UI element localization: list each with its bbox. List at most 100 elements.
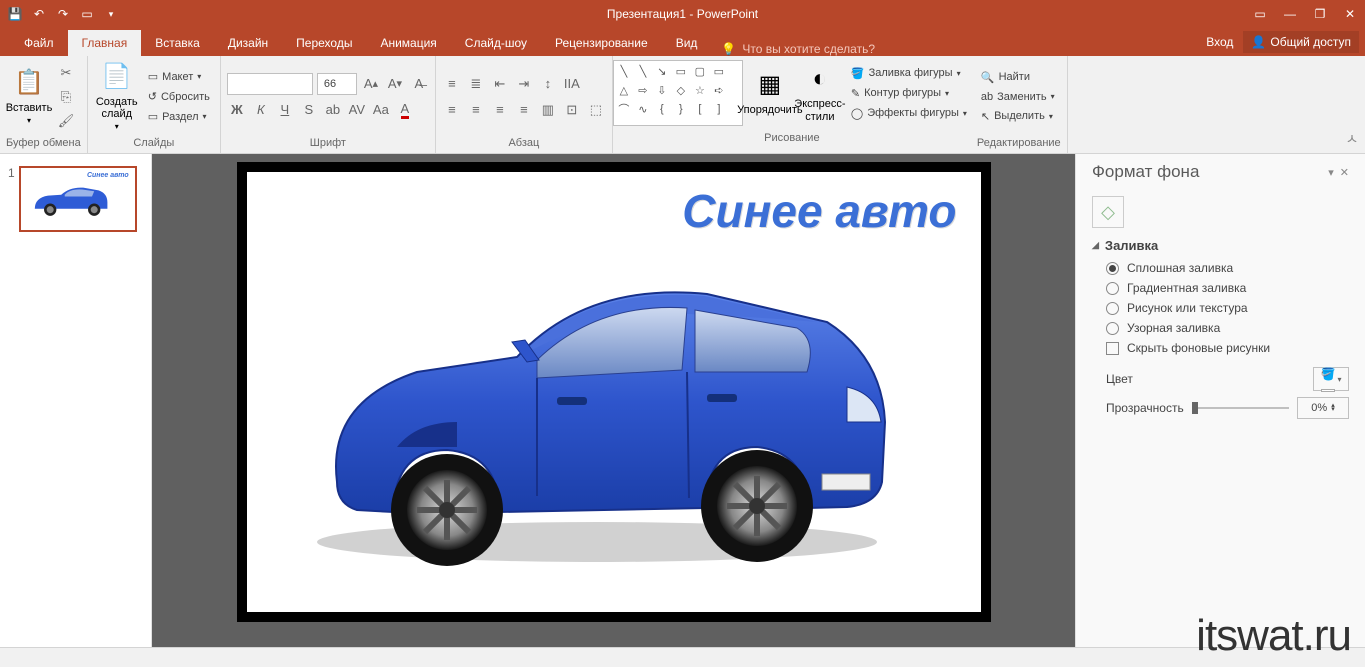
section-button[interactable]: ▭Раздел▾ <box>144 108 214 125</box>
hide-background-checkbox[interactable]: Скрыть фоновые рисунки <box>1106 341 1349 355</box>
layout-button[interactable]: ▭Макет▾ <box>144 68 214 85</box>
transparency-value-input[interactable]: 0% ▴▾ <box>1297 397 1349 419</box>
tab-transitions[interactable]: Переходы <box>282 30 366 56</box>
cut-icon[interactable]: ✂ <box>56 63 76 83</box>
shape-rect-icon[interactable]: ▢ <box>692 63 708 79</box>
fill-gradient-radio[interactable]: Градиентная заливка <box>1106 281 1349 295</box>
ribbon-options-icon[interactable]: ▭ <box>1245 0 1275 28</box>
spinner-icon[interactable]: ▴▾ <box>1331 404 1335 412</box>
copy-icon[interactable]: ⎘ <box>56 87 76 107</box>
increase-font-icon[interactable]: A▴ <box>361 74 381 94</box>
change-case-icon[interactable]: Aa <box>371 100 391 120</box>
char-spacing-icon[interactable]: AV <box>347 100 367 120</box>
replace-button[interactable]: abЗаменить▾ <box>977 89 1059 105</box>
shape-effects-button[interactable]: ◯Эффекты фигуры▾ <box>847 105 971 122</box>
font-size-combo[interactable]: 66 <box>317 73 357 95</box>
align-text-icon[interactable]: ⊡ <box>562 100 582 120</box>
strikethrough-icon[interactable]: S <box>299 100 319 120</box>
slide-editor[interactable]: Синее авто <box>152 154 1075 647</box>
decrease-indent-icon[interactable]: ⇤ <box>490 74 510 94</box>
pane-close-icon[interactable]: ✕ <box>1340 166 1349 179</box>
tab-review[interactable]: Рецензирование <box>541 30 662 56</box>
shape-brace-icon[interactable]: } <box>673 101 689 117</box>
fill-picture-radio[interactable]: Рисунок или текстура <box>1106 301 1349 315</box>
find-button[interactable]: 🔍Найти <box>977 69 1059 86</box>
italic-icon[interactable]: К <box>251 100 271 120</box>
shape-curve-icon[interactable]: ∿ <box>635 101 651 117</box>
save-icon[interactable]: 💾 <box>4 3 26 25</box>
format-painter-icon[interactable]: 🖌 <box>56 111 76 131</box>
columns-icon[interactable]: ▥ <box>538 100 558 120</box>
select-button[interactable]: ↖Выделить▾ <box>977 108 1059 125</box>
collapse-ribbon-icon[interactable]: ㅅ <box>1339 56 1365 153</box>
maximize-icon[interactable]: ❐ <box>1305 0 1335 28</box>
smartart-convert-icon[interactable]: ⬚ <box>586 100 606 120</box>
bullets-icon[interactable]: ≡ <box>442 74 462 94</box>
tab-home[interactable]: Главная <box>68 30 142 56</box>
shape-bracket-icon[interactable]: ] <box>711 101 727 117</box>
slide-thumbnail-1[interactable]: 1 Синее авто <box>8 166 143 232</box>
tab-insert[interactable]: Вставка <box>141 30 214 56</box>
replace-icon: ab <box>981 91 993 103</box>
shape-line-icon[interactable]: ╲ <box>635 63 651 79</box>
bold-icon[interactable]: Ж <box>227 100 247 120</box>
decrease-font-icon[interactable]: A▾ <box>385 74 405 94</box>
increase-indent-icon[interactable]: ⇥ <box>514 74 534 94</box>
shape-rect-icon[interactable]: ▭ <box>673 63 689 79</box>
qat-dropdown-icon[interactable]: ▾ <box>100 3 122 25</box>
shape-brace-icon[interactable]: { <box>654 101 670 117</box>
arrange-button[interactable]: ▦ Упорядочить <box>747 56 793 130</box>
paste-button[interactable]: 📋 Вставить ▾ <box>6 60 52 134</box>
slide-canvas[interactable]: Синее авто <box>247 172 981 612</box>
align-right-icon[interactable]: ≡ <box>490 100 510 120</box>
tell-me-search[interactable]: 💡 Что вы хотите сделать? <box>721 42 875 56</box>
shape-curve-icon[interactable]: ⌒ <box>616 101 632 117</box>
close-icon[interactable]: ✕ <box>1335 0 1365 28</box>
share-button[interactable]: 👤 Общий доступ <box>1243 31 1359 53</box>
line-spacing-icon[interactable]: ↕ <box>538 74 558 94</box>
fill-section-header[interactable]: Заливка <box>1092 238 1349 253</box>
shape-outline-button[interactable]: ✎Контур фигуры▾ <box>847 85 971 102</box>
pane-options-icon[interactable]: ▾ <box>1328 166 1334 179</box>
new-slide-button[interactable]: 📄 Создать слайд ▾ <box>94 60 140 134</box>
shape-fill-button[interactable]: 🪣Заливка фигуры▾ <box>847 65 971 82</box>
fill-tab-icon[interactable]: ◇ <box>1092 196 1124 228</box>
shape-line-icon[interactable]: ╲ <box>616 63 632 79</box>
reset-button[interactable]: ↺Сбросить <box>144 88 214 105</box>
color-picker-button[interactable]: 🪣 ▾ <box>1313 367 1349 391</box>
text-shadow-icon[interactable]: ab <box>323 100 343 120</box>
text-direction-icon[interactable]: IIA <box>562 74 582 94</box>
underline-icon[interactable]: Ч <box>275 100 295 120</box>
shapes-gallery[interactable]: ╲ ╲ ↘ ▭ ▢ ▭ △ ⇨ ⇩ ◇ ☆ ➪ ⌒ ∿ { } [ ] <box>613 60 743 126</box>
fill-solid-radio[interactable]: Сплошная заливка <box>1106 261 1349 275</box>
clear-formatting-icon[interactable]: A̶ <box>409 74 429 94</box>
font-color-icon[interactable]: A <box>395 100 415 120</box>
signin-link[interactable]: Вход <box>1206 35 1233 49</box>
align-center-icon[interactable]: ≡ <box>466 100 486 120</box>
shape-triangle-icon[interactable]: △ <box>616 82 632 98</box>
fill-pattern-radio[interactable]: Узорная заливка <box>1106 321 1349 335</box>
tab-design[interactable]: Дизайн <box>214 30 282 56</box>
shape-arrow-icon[interactable]: ⇩ <box>654 82 670 98</box>
numbering-icon[interactable]: ≣ <box>466 74 486 94</box>
undo-icon[interactable]: ↶ <box>28 3 50 25</box>
shape-diamond-icon[interactable]: ◇ <box>673 82 689 98</box>
start-slideshow-icon[interactable]: ▭ <box>76 3 98 25</box>
shape-rect-icon[interactable]: ▭ <box>711 63 727 79</box>
minimize-icon[interactable]: — <box>1275 0 1305 28</box>
tab-slideshow[interactable]: Слайд-шоу <box>451 30 541 56</box>
transparency-slider[interactable] <box>1192 407 1289 409</box>
tab-view[interactable]: Вид <box>662 30 712 56</box>
shape-arrow-icon[interactable]: ➪ <box>711 82 727 98</box>
shape-arrow-icon[interactable]: ↘ <box>654 63 670 79</box>
shape-bracket-icon[interactable]: [ <box>692 101 708 117</box>
justify-icon[interactable]: ≡ <box>514 100 534 120</box>
quick-styles-button[interactable]: ◐ Экспресс-стили <box>797 56 843 130</box>
align-left-icon[interactable]: ≡ <box>442 100 462 120</box>
tab-animations[interactable]: Анимация <box>366 30 450 56</box>
shape-arrow-icon[interactable]: ⇨ <box>635 82 651 98</box>
tab-file[interactable]: Файл <box>10 30 68 56</box>
shape-star-icon[interactable]: ☆ <box>692 82 708 98</box>
font-family-combo[interactable] <box>227 73 313 95</box>
redo-icon[interactable]: ↷ <box>52 3 74 25</box>
